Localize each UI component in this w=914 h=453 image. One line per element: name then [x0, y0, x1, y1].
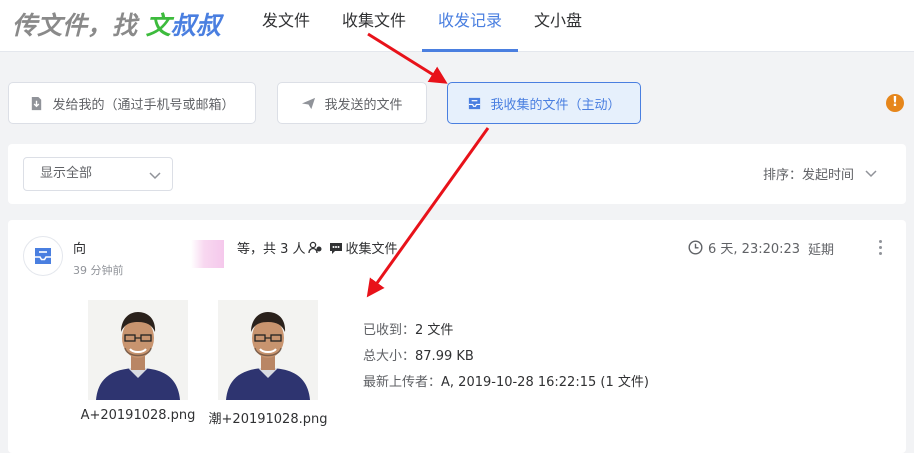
inbox-icon	[469, 97, 481, 109]
stat-latest-label: 最新上传者：	[363, 375, 442, 390]
top-header: 传文件，找 文叔叔 发文件 收集文件 收发记录 文小盘	[0, 0, 914, 52]
stat-size: 总大小：87.99 KB	[363, 344, 649, 370]
file-name: A+20191028.png	[80, 408, 196, 423]
nav-mini-disk[interactable]: 文小盘	[518, 0, 598, 52]
stat-latest-value: A, 2019-10-28 16:22:15 (1 文件)	[441, 375, 649, 390]
filter-i-sent-label: 我发送的文件	[324, 97, 403, 113]
stat-latest-uploader: 最新上传者：A, 2019-10-28 16:22:15 (1 文件)	[363, 370, 649, 396]
file-thumbnail-item[interactable]: 潮+20191028.png	[208, 300, 328, 427]
extend-deadline-link[interactable]: 延期	[808, 239, 834, 258]
clock-icon	[688, 240, 703, 255]
file-download-icon	[32, 96, 42, 110]
more-options-icon[interactable]	[875, 236, 885, 258]
nav-collect-file[interactable]: 收集文件	[326, 0, 422, 52]
display-filter-select[interactable]: 显示全部	[23, 157, 173, 191]
site-logo[interactable]: 传文件，找 文叔叔	[12, 6, 221, 42]
file-thumbnail-item[interactable]: A+20191028.png	[78, 300, 198, 423]
people-icon	[307, 241, 322, 253]
file-name: 潮+20191028.png	[208, 412, 328, 427]
record-summary-action: 收集文件	[345, 242, 398, 257]
redacted-recipients	[158, 240, 224, 268]
stat-size-value: 87.99 KB	[415, 349, 474, 364]
paper-plane-icon	[302, 97, 316, 109]
display-filter-value: 显示全部	[40, 166, 93, 181]
person-photo-thumbnail	[88, 300, 188, 400]
record-time-ago: 39 分钟前	[73, 264, 124, 277]
chevron-down-icon	[865, 169, 877, 177]
record-recipient-prefix: 向	[73, 242, 87, 257]
record-avatar	[23, 236, 63, 276]
chevron-down-icon	[149, 172, 161, 180]
chat-bubble-icon	[329, 242, 342, 254]
record-deadline: 6 天, 23:20:23	[688, 238, 800, 257]
nav-send-file[interactable]: 发文件	[246, 0, 326, 52]
stat-received-value: 2 文件	[415, 323, 454, 338]
logo-text-1: 传文件，找	[12, 11, 146, 40]
sort-dropdown[interactable]: 排序：发起时间	[763, 164, 880, 183]
logo-text-2: 文	[145, 11, 171, 40]
nav-records[interactable]: 收发记录	[422, 0, 519, 52]
sort-label: 排序：发起时间	[762, 168, 854, 183]
stat-received: 已收到：2 文件	[363, 318, 649, 344]
record-summary: 等，共 3 人 收集文件	[237, 238, 398, 257]
logo-text-3: 叔叔	[170, 11, 221, 40]
filter-sent-to-me-button[interactable]: 发给我的（通过手机号或邮箱）	[8, 82, 256, 124]
person-photo-thumbnail	[218, 300, 318, 400]
stat-received-label: 已收到：	[363, 323, 416, 338]
collection-record-card: 向 等，共 3 人 收集文件 39 分钟前 6 天, 23:20:23 延期 A…	[8, 220, 906, 453]
filter-bar: 显示全部 排序：发起时间	[8, 144, 906, 204]
filter-i-sent-button[interactable]: 我发送的文件	[277, 82, 427, 124]
inbox-icon	[35, 248, 51, 264]
filter-i-collected-button[interactable]: 我收集的文件（主动）	[447, 82, 641, 124]
stat-size-label: 总大小：	[363, 349, 416, 364]
filter-sent-to-me-label: 发给我的（通过手机号或邮箱）	[52, 97, 235, 113]
main-nav: 发文件 收集文件 收发记录 文小盘	[246, 0, 598, 52]
collection-stats: 已收到：2 文件 总大小：87.99 KB 最新上传者：A, 2019-10-2…	[363, 318, 649, 396]
record-summary-count: 等，共 3 人	[237, 242, 306, 257]
filter-i-collected-label: 我收集的文件（主动）	[490, 97, 621, 113]
warning-icon[interactable]: !	[886, 94, 904, 112]
record-deadline-value: 6 天, 23:20:23	[708, 242, 801, 257]
